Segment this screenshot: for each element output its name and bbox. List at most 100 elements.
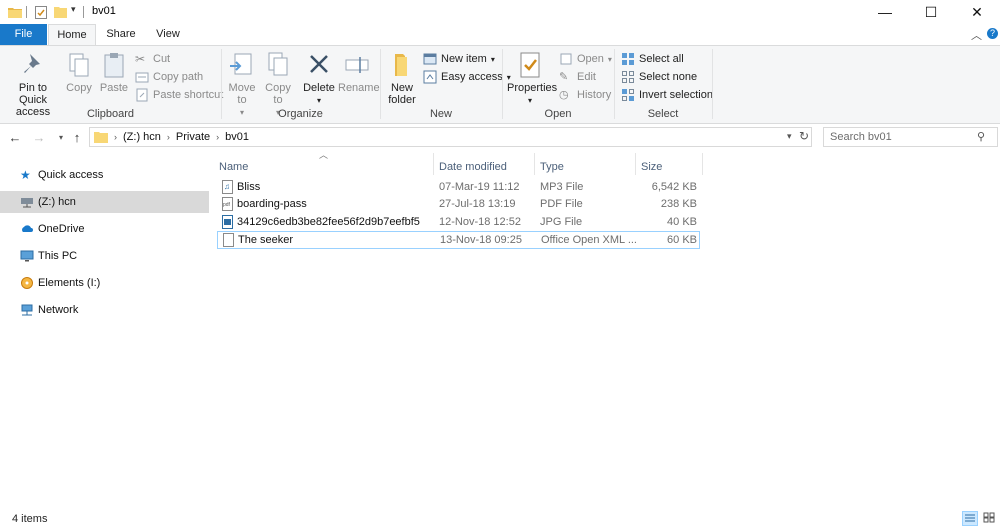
open-group-label: Open [544, 108, 572, 120]
nav-label: This PC [38, 250, 78, 262]
tab-home[interactable]: Home [48, 24, 96, 46]
tab-file[interactable]: File [0, 24, 47, 45]
minimize-button[interactable]: — [862, 0, 908, 24]
paste-shortcut-icon [136, 88, 148, 102]
new-item-icon [423, 53, 437, 65]
nav-item-this-pc[interactable]: This PC [0, 245, 209, 267]
file-date: 27-Jul-18 13:19 [439, 198, 516, 210]
easy-access-icon [423, 70, 437, 84]
file-size: 40 KB [667, 216, 697, 228]
rename-icon [345, 57, 369, 73]
column-separator[interactable] [702, 153, 703, 175]
copy-path-icon [135, 72, 149, 83]
help-icon[interactable]: ? [987, 28, 998, 39]
new-group-label: New [429, 108, 452, 120]
large-icons-view-button[interactable] [982, 511, 998, 526]
delete-button[interactable]: Delete ▾ [302, 50, 336, 107]
delete-icon [310, 55, 328, 73]
column-header-size[interactable]: Size [641, 155, 701, 179]
tab-view[interactable]: View [150, 24, 186, 45]
delete-label: Delete [303, 82, 335, 94]
breadcrumb-private[interactable]: Private [176, 131, 210, 143]
pdf-file-icon: pdf [222, 197, 233, 211]
table-row[interactable]: ♫ Bliss 07-Mar-19 11:12 MP3 File 6,542 K… [217, 178, 700, 196]
breadcrumb-drive[interactable]: (Z:) hcn [123, 131, 161, 143]
table-row[interactable]: pdf boarding-pass 27-Jul-18 13:19 PDF Fi… [217, 195, 700, 213]
delete-dropdown-icon: ▾ [316, 96, 321, 105]
minimize-icon: — [878, 4, 892, 20]
column-separator[interactable] [534, 153, 535, 175]
properties-button[interactable]: Properties ▾ [507, 50, 557, 107]
refresh-icon[interactable]: ↻ [799, 129, 809, 143]
new-folder-button[interactable]: New folder [385, 50, 419, 106]
nav-item-onedrive[interactable]: OneDrive [0, 218, 209, 240]
copy-label: Copy [66, 82, 92, 94]
cut-button[interactable]: ✂ Cut [135, 51, 170, 67]
network-icon [21, 304, 33, 316]
paste-icon [104, 53, 124, 78]
new-item-button[interactable]: New item ▾ [423, 51, 495, 67]
new-folder-label: New folder [388, 82, 416, 106]
status-bar: 4 items [0, 507, 1000, 529]
folder-icon [94, 132, 108, 143]
address-bar[interactable]: › (Z:) hcn › Private › bv01 ▾ ↻ [89, 127, 812, 147]
column-header-type[interactable]: Type [540, 155, 635, 179]
copy-path-button[interactable]: Copy path [135, 69, 203, 85]
file-type: JPG File [540, 216, 583, 228]
select-none-button[interactable]: Select none [621, 69, 697, 85]
copy-button[interactable]: Copy [64, 50, 94, 94]
nav-item-elements[interactable]: Elements (I:) [0, 272, 209, 294]
nav-item-z-hcn[interactable]: (Z:) hcn [0, 191, 209, 213]
column-header-name[interactable]: Name [219, 155, 434, 179]
invert-selection-button[interactable]: Invert selection [621, 87, 713, 103]
close-button[interactable]: ✕ [954, 0, 1000, 24]
details-view-button[interactable] [962, 511, 978, 526]
nav-item-network[interactable]: Network [0, 299, 209, 321]
edit-button[interactable]: ✎ Edit [559, 69, 596, 85]
file-name: Bliss [237, 181, 261, 193]
tab-share[interactable]: Share [102, 24, 140, 45]
pencil-icon: ✎ [559, 71, 569, 83]
new-folder-icon[interactable] [54, 6, 67, 18]
cut-label: Cut [153, 53, 171, 65]
column-header-date[interactable]: Date modified [439, 155, 535, 179]
address-dropdown-icon[interactable]: ▾ [787, 131, 792, 142]
maximize-button[interactable]: ☐ [908, 0, 954, 24]
chevron-right-icon: › [114, 132, 117, 142]
open-label: Open [577, 53, 604, 65]
rename-button[interactable]: Rename [338, 50, 380, 94]
forward-button[interactable]: → [30, 128, 48, 146]
image-file-icon [222, 215, 233, 229]
collapse-ribbon-icon[interactable]: ︿ [971, 27, 982, 43]
new-folder-icon [395, 54, 407, 76]
up-button[interactable]: ↑ [68, 128, 86, 146]
breadcrumb-bv01[interactable]: bv01 [225, 131, 249, 143]
paste-shortcut-button[interactable]: Paste shortcut [135, 87, 223, 103]
table-row[interactable]: 34129c6edb3be82fee56f2d9b7eefbf5 12-Nov-… [217, 213, 700, 231]
monitor-icon [20, 250, 34, 262]
edit-label: Edit [577, 71, 596, 83]
easy-access-button[interactable]: Easy access ▾ [423, 69, 511, 85]
column-separator[interactable] [433, 153, 434, 175]
table-row[interactable]: The seeker 13-Nov-18 09:25 Office Open X… [217, 231, 700, 249]
pin-icon [24, 54, 40, 73]
folder-icon[interactable] [8, 6, 22, 18]
back-button[interactable]: ← [6, 128, 24, 146]
column-separator[interactable] [635, 153, 636, 175]
search-input[interactable]: Search bv01 ⚲ [823, 127, 998, 147]
nav-item-quick-access[interactable]: ★ Quick access [0, 164, 209, 186]
properties-label: Properties [507, 82, 558, 94]
scissors-icon: ✂ [135, 52, 146, 66]
paste-button[interactable]: Paste [99, 50, 129, 94]
properties-dropdown-icon: ▾ [527, 96, 532, 105]
nav-label: OneDrive [38, 223, 85, 235]
nav-label: Quick access [38, 169, 104, 181]
history-button[interactable]: ◷ History [559, 87, 611, 103]
search-icon: ⚲ [977, 131, 986, 143]
ribbon-tabs: File Home Share View ︿ ? [0, 24, 1000, 46]
select-none-icon [622, 71, 634, 83]
properties-icon[interactable] [35, 6, 47, 19]
select-all-button[interactable]: Select all [621, 51, 684, 67]
customize-arrow-icon[interactable]: ▾ [71, 4, 76, 15]
open-button[interactable]: Open ▾ [559, 51, 612, 67]
